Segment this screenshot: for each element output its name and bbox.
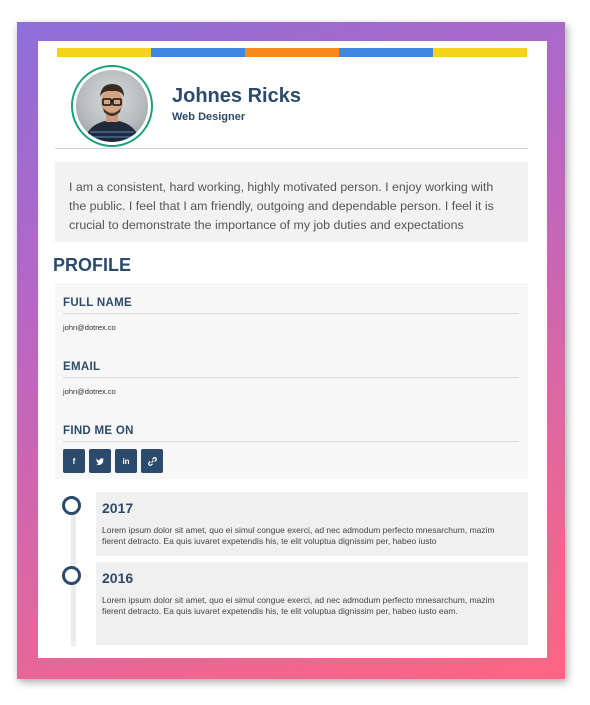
- full-name-label: FULL NAME: [63, 297, 132, 309]
- intro-text: I am a consistent, hard working, highly …: [55, 162, 528, 242]
- facebook-icon[interactable]: f: [63, 449, 85, 473]
- profile-section: FULL NAME john@dotrex.co EMAIL john@dotr…: [55, 283, 528, 479]
- link-icon[interactable]: [141, 449, 163, 473]
- timeline-text: Lorem ipsum dolor sit amet, quo ei simul…: [102, 525, 495, 546]
- profile-heading: PROFILE: [53, 255, 132, 275]
- candidate-name: Johnes Ricks: [172, 85, 301, 107]
- stripe-yellow: [433, 48, 527, 57]
- divider: [55, 148, 528, 149]
- divider: [63, 441, 519, 442]
- full-name-value: john@dotrex.co: [63, 323, 116, 332]
- candidate-role: Web Designer: [172, 111, 246, 123]
- timeline-marker: [62, 496, 81, 515]
- color-stripe-bar: [57, 48, 527, 57]
- social-links: f in: [63, 449, 163, 473]
- timeline-item: 2016 Lorem ipsum dolor sit amet, quo ei …: [96, 562, 528, 645]
- timeline-marker: [62, 566, 81, 585]
- find-me-label: FIND ME ON: [63, 425, 134, 437]
- divider: [63, 313, 519, 314]
- twitter-icon[interactable]: [89, 449, 111, 473]
- timeline-year: 2017: [102, 500, 134, 516]
- linkedin-icon[interactable]: in: [115, 449, 137, 473]
- resume-card: Johnes Ricks Web Designer I am a consist…: [38, 41, 547, 658]
- stripe-blue: [151, 48, 245, 57]
- person-icon: [84, 84, 140, 142]
- timeline-item: 2017 Lorem ipsum dolor sit amet, quo ei …: [96, 492, 528, 556]
- timeline-text: Lorem ipsum dolor sit amet, quo ei simul…: [102, 595, 495, 616]
- stripe-blue: [339, 48, 433, 57]
- avatar: [71, 65, 153, 147]
- stripe-yellow: [57, 48, 151, 57]
- stripe-orange: [245, 48, 339, 57]
- divider: [63, 377, 519, 378]
- avatar-photo: [76, 70, 148, 142]
- timeline-year: 2016: [102, 570, 134, 586]
- email-label: EMAIL: [63, 361, 101, 373]
- email-value: john@dotrex.co: [63, 387, 116, 396]
